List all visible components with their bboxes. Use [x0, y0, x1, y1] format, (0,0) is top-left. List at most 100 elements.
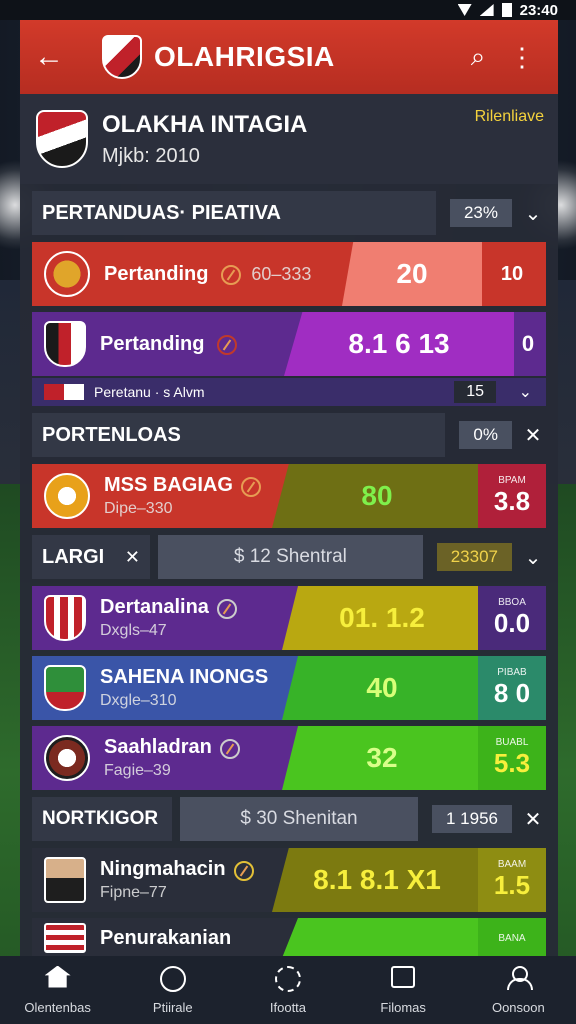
end-label: BAAM — [497, 859, 527, 870]
club-crest-icon — [44, 473, 90, 519]
club-crest-icon — [102, 35, 142, 79]
flag-icon — [44, 384, 84, 400]
team-label: Ningmahacin — [100, 858, 226, 880]
bottom-nav: Olentenbas Ptiirale Ifootta Filomas Oons… — [0, 956, 576, 1024]
close-icon[interactable]: ✕ — [520, 423, 546, 448]
app-title: OLAHRIGSIA — [154, 41, 335, 72]
match-row[interactable]: Ningmahacin Fipne–77 8.1 8.1 X1 BAAM 1.5 — [32, 848, 546, 912]
match-row[interactable]: Saahladran Fagie–39 32 BUABL 5.3 — [32, 726, 546, 790]
team-label: Penurakanian — [100, 926, 232, 949]
section-amount: $ 12 Shentral — [158, 535, 423, 579]
end-label: BANA — [498, 932, 526, 944]
chevron-down-icon[interactable]: ⌄ — [520, 201, 546, 226]
chevron-down-icon[interactable]: ⌄ — [519, 382, 532, 402]
clock-icon — [240, 476, 261, 497]
player-avatar — [44, 857, 86, 903]
nav-item-chat[interactable]: Ptiirale — [123, 965, 223, 1015]
end-value: 8 0 — [493, 678, 531, 708]
score-box: 20 — [342, 242, 482, 306]
chat-icon — [159, 965, 186, 992]
back-arrow-icon[interactable]: ← — [34, 40, 74, 74]
section-header: LARGI ✕ $ 12 Shentral 23307 ⌄ — [32, 534, 546, 580]
section-title: PORTENLOAS — [32, 413, 446, 457]
team-label: Dertanalina — [100, 596, 209, 618]
nav-label: Ifootta — [269, 999, 307, 1015]
score-box: 01. 1.2 — [282, 586, 482, 650]
section-percent: 23% — [449, 199, 512, 227]
section-header: PERTANDUAS· PIEATIVA 23% ⌄ — [32, 190, 546, 236]
end-value-box: BUABL 5.3 — [478, 726, 546, 790]
team-label: MSS BAGIAG — [104, 474, 233, 496]
score-box: 40 — [282, 656, 482, 720]
end-value-box: 0 — [510, 312, 546, 376]
score-box: 8.1 6 13 — [284, 312, 514, 376]
match-meta: Dxgle–310 — [100, 692, 177, 709]
clock-icon — [216, 598, 237, 619]
team-crest-icon — [36, 110, 88, 168]
end-label: BPAM — [498, 475, 526, 486]
section-header: NORTKIGOR $ 30 Shenitan 1 1956 ✕ — [32, 796, 546, 842]
close-icon[interactable]: ✕ — [520, 807, 546, 832]
match-row[interactable]: MSS BAGIAG Dipe–330 80 BPAM 3.8 — [32, 464, 546, 528]
end-value: 0 — [521, 331, 535, 356]
nav-item-home[interactable]: Olentenbas — [8, 965, 108, 1015]
match-meta: Dxgls–47 — [100, 622, 167, 639]
match-row[interactable]: SAHENA INONGS Dxgle–310 40 PIBAB 8 0 — [32, 656, 546, 720]
end-value-box: BPAM 3.8 — [478, 464, 546, 528]
nav-label: Oonsoon — [491, 999, 545, 1015]
end-label: PIBAB — [497, 667, 527, 678]
end-label: BBOA — [498, 597, 526, 608]
section-amount: $ 30 Shenitan — [180, 797, 418, 841]
chevron-down-icon[interactable]: ⌄ — [520, 545, 546, 570]
status-time: 23:40 — [519, 1, 558, 19]
team-header: OLAKHA INTAGIA Mjkb: 2010 Rilenliave — [20, 94, 558, 184]
close-icon[interactable]: ✕ — [125, 547, 140, 568]
section-title: PERTANDUAS· PIEATIVA — [32, 191, 436, 235]
garuda-crest-icon — [44, 251, 90, 297]
match-meta: Dipe–330 — [104, 500, 173, 517]
section-value: 23307 — [436, 543, 512, 571]
profile-icon — [507, 965, 534, 990]
match-row[interactable]: Pertanding 60–333 20 10 — [32, 242, 546, 306]
end-value: 0.0 — [493, 608, 531, 638]
match-row[interactable]: Penurakanian BANA — [32, 918, 546, 956]
end-value: 3.8 — [493, 486, 531, 516]
team-tag[interactable]: Rilenliave — [475, 108, 544, 126]
clock-icon — [216, 335, 237, 356]
section-value: 1 1956 — [432, 805, 512, 833]
match-meta: Fagie–39 — [104, 762, 171, 779]
sub-row-label: Peretanu · s Alvm — [94, 384, 205, 400]
end-value-box: BANA — [478, 918, 546, 956]
search-icon[interactable]: ⌕ — [456, 41, 500, 73]
nav-item-profile[interactable]: Oonsoon — [468, 965, 568, 1015]
team-label: Saahladran — [104, 736, 212, 758]
more-menu-icon[interactable]: ⋮ — [500, 42, 544, 73]
nav-item-football[interactable]: Ifootta — [238, 965, 338, 1015]
wifi-icon — [457, 4, 472, 16]
end-value-box: BAAM 1.5 — [478, 848, 546, 912]
team-subtitle: Mjkb: 2010 — [102, 144, 200, 167]
end-value-box: 10 — [478, 242, 546, 306]
section-percent: 0% — [459, 421, 512, 449]
score-box: 32 — [282, 726, 482, 790]
sub-row: Peretanu · s Alvm 15 ⌄ — [32, 378, 546, 406]
signal-icon — [479, 4, 494, 16]
score-box — [282, 918, 482, 956]
nav-item-bag[interactable]: Filomas — [353, 965, 453, 1015]
team-crest-icon — [44, 665, 86, 711]
clock-icon — [219, 738, 240, 759]
match-row[interactable]: Dertanalina Dxgls–47 01. 1.2 BBOA 0.0 — [32, 586, 546, 650]
team-crest-icon — [44, 321, 86, 367]
section-title-box: NORTKIGOR — [32, 797, 172, 841]
team-label: Pertanding — [104, 262, 209, 285]
team-name: OLAKHA INTAGIA — [102, 110, 308, 138]
team-crest-icon — [44, 595, 86, 641]
flag-icon — [44, 923, 86, 953]
app-window: ← OLAHRIGSIA ⌕ ⋮ OLAKHA INTAGIA Mjkb: 20… — [20, 20, 558, 956]
end-value: 1.5 — [493, 870, 531, 900]
end-value-box: PIBAB 8 0 — [478, 656, 546, 720]
sub-row-count: 15 — [454, 381, 496, 403]
match-row[interactable]: Pertanding 8.1 6 13 0 — [32, 312, 546, 376]
section-title-box: LARGI ✕ — [32, 535, 150, 579]
end-value-box: BBOA 0.0 — [478, 586, 546, 650]
